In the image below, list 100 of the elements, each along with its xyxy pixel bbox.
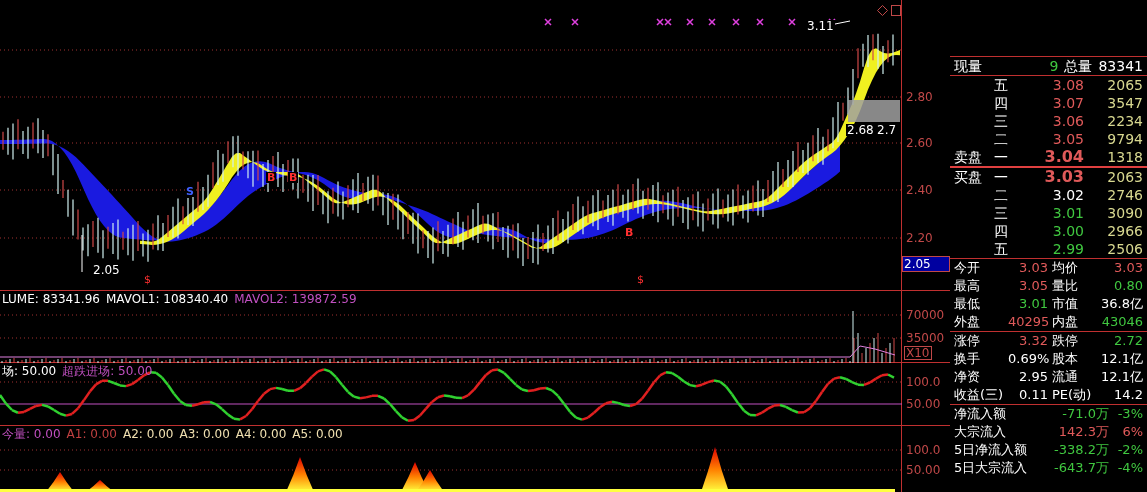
stat-value: 3.01 — [1018, 295, 1048, 313]
stat-label: 内盘 — [1051, 313, 1079, 331]
level-label: 五 — [994, 240, 1009, 258]
flow-percent: 6% — [1121, 423, 1143, 441]
axis-label: 50.00 — [906, 464, 941, 476]
stat-value: 40295 — [1008, 313, 1048, 331]
stat-label: 换手 — [954, 350, 981, 368]
level-label: 五 — [994, 76, 1009, 94]
axis-label: 100.0 — [906, 444, 941, 456]
stat-value: 2.95 — [1018, 368, 1048, 386]
stat-value: 3.03 — [1113, 259, 1143, 277]
buy-signal: B — [266, 172, 277, 183]
axis-label: 50.00 — [906, 398, 941, 410]
stat-value: 14.2 — [1113, 386, 1143, 404]
diamond-icon — [877, 5, 888, 16]
legend-label: A4: 0.00 — [235, 428, 287, 440]
stat-label: 量比 — [1051, 277, 1079, 295]
flow-label: 5日大宗流入 — [954, 459, 1029, 477]
stat-value: 0.69% — [1008, 350, 1048, 368]
legend-label: A2: 0.00 — [123, 428, 174, 440]
level-label: 一 — [994, 148, 1009, 166]
label: 现量 — [954, 57, 983, 75]
sell-signal: S — [185, 186, 195, 197]
order-volume: 2065 — [1106, 76, 1143, 94]
order-volume: 9794 — [1106, 130, 1143, 148]
last-price-tag: 2.05 — [902, 256, 950, 272]
order-volume: 1318 — [1106, 148, 1143, 166]
stat-label: 涨停 — [954, 332, 981, 350]
order-price: 3.06 — [1051, 112, 1084, 130]
legend-label: 今量: 0.00 — [2, 428, 61, 440]
stat-label: 股本 — [1051, 350, 1079, 368]
level-label: 二 — [994, 130, 1009, 148]
square-icon — [891, 5, 901, 16]
order-price: 3.05 — [1051, 130, 1084, 148]
stat-value: 12.1亿 — [1100, 350, 1143, 368]
price-annotation: 2.68 — [846, 124, 875, 136]
order-volume: 2506 — [1106, 240, 1143, 258]
flow-label: 5日净流入额 — [954, 441, 1029, 459]
buy-signal: B — [288, 172, 299, 183]
stat-value: 3.03 — [1018, 259, 1048, 277]
order-price: 3.08 — [1051, 76, 1084, 94]
axis-label: 2.80 — [906, 91, 933, 103]
label: 总量 — [1064, 57, 1093, 75]
legend-label: 场: 50.00 — [2, 365, 57, 377]
order-volume: 3547 — [1106, 94, 1143, 112]
order-volume: 2063 — [1106, 168, 1143, 186]
buy-signal: B — [624, 227, 635, 238]
value: 83341 — [1098, 57, 1143, 75]
level-label: 四 — [994, 94, 1009, 112]
level-label: 三 — [994, 112, 1009, 130]
flow-amount: -338.2万 — [1053, 441, 1109, 459]
order-price: 3.07 — [1051, 94, 1084, 112]
stat-value: 2.72 — [1113, 332, 1143, 350]
flow-percent: -3% — [1116, 405, 1143, 423]
flow-amount: 142.3万 — [1057, 423, 1109, 441]
order-price: 3.00 — [1051, 222, 1084, 240]
legend-label: LUME: 83341.96 — [2, 293, 100, 305]
level-label: 三 — [994, 204, 1009, 222]
price-annotation: 3.11 — [806, 20, 835, 32]
stat-label: 均价 — [1051, 259, 1079, 277]
stat-label: 市值 — [1051, 295, 1079, 313]
stat-value: 36.8亿 — [1100, 295, 1143, 313]
axis-label: 70000 — [906, 309, 945, 321]
level-label: 二 — [994, 186, 1009, 204]
order-price: 3.01 — [1051, 204, 1084, 222]
value: 9 — [1049, 57, 1059, 75]
stat-label: PE(动) — [1051, 386, 1093, 404]
legend-label: A5: 0.00 — [292, 428, 343, 440]
stat-value: 0.80 — [1113, 277, 1143, 295]
stat-label: 最高 — [954, 277, 981, 295]
stat-label: 净资 — [954, 368, 981, 386]
flow-label: 净流入额 — [954, 405, 1007, 423]
legend-label: A3: 0.00 — [179, 428, 230, 440]
axis-label: 2.40 — [906, 184, 933, 196]
stat-label: 收益(三) — [954, 386, 1005, 404]
flow-percent: -4% — [1116, 459, 1143, 477]
flow-amount: -71.0万 — [1061, 405, 1109, 423]
flow-amount: -643.7万 — [1053, 459, 1109, 477]
axis-label: 100.0 — [906, 376, 941, 388]
order-volume: 2966 — [1106, 222, 1143, 240]
stat-value: 43046 — [1100, 313, 1143, 331]
order-price: 3.02 — [1051, 186, 1084, 204]
legend-label: MAVOL2: 139872.59 — [234, 293, 357, 305]
level-label: 四 — [994, 222, 1009, 240]
axis-label: 2.20 — [906, 232, 933, 244]
order-price: 2.99 — [1051, 240, 1084, 258]
price-annotation: 2.7 — [876, 124, 898, 136]
legend-label: A1: 0.00 — [66, 428, 117, 440]
order-volume: 2746 — [1106, 186, 1143, 204]
side-label: 买盘 — [954, 168, 983, 186]
axis-label: 35000 — [906, 332, 945, 344]
axis-label: 2.60 — [906, 137, 933, 149]
price-annotation: 2.05 — [92, 264, 121, 276]
chart-marker: $ — [144, 274, 151, 285]
order-price: 3.03 — [1043, 168, 1084, 186]
stat-label: 流通 — [1051, 368, 1079, 386]
stat-label: 外盘 — [954, 313, 981, 331]
stat-value: 3.32 — [1018, 332, 1048, 350]
stat-value: 3.05 — [1018, 277, 1048, 295]
stat-label: 跌停 — [1051, 332, 1079, 350]
